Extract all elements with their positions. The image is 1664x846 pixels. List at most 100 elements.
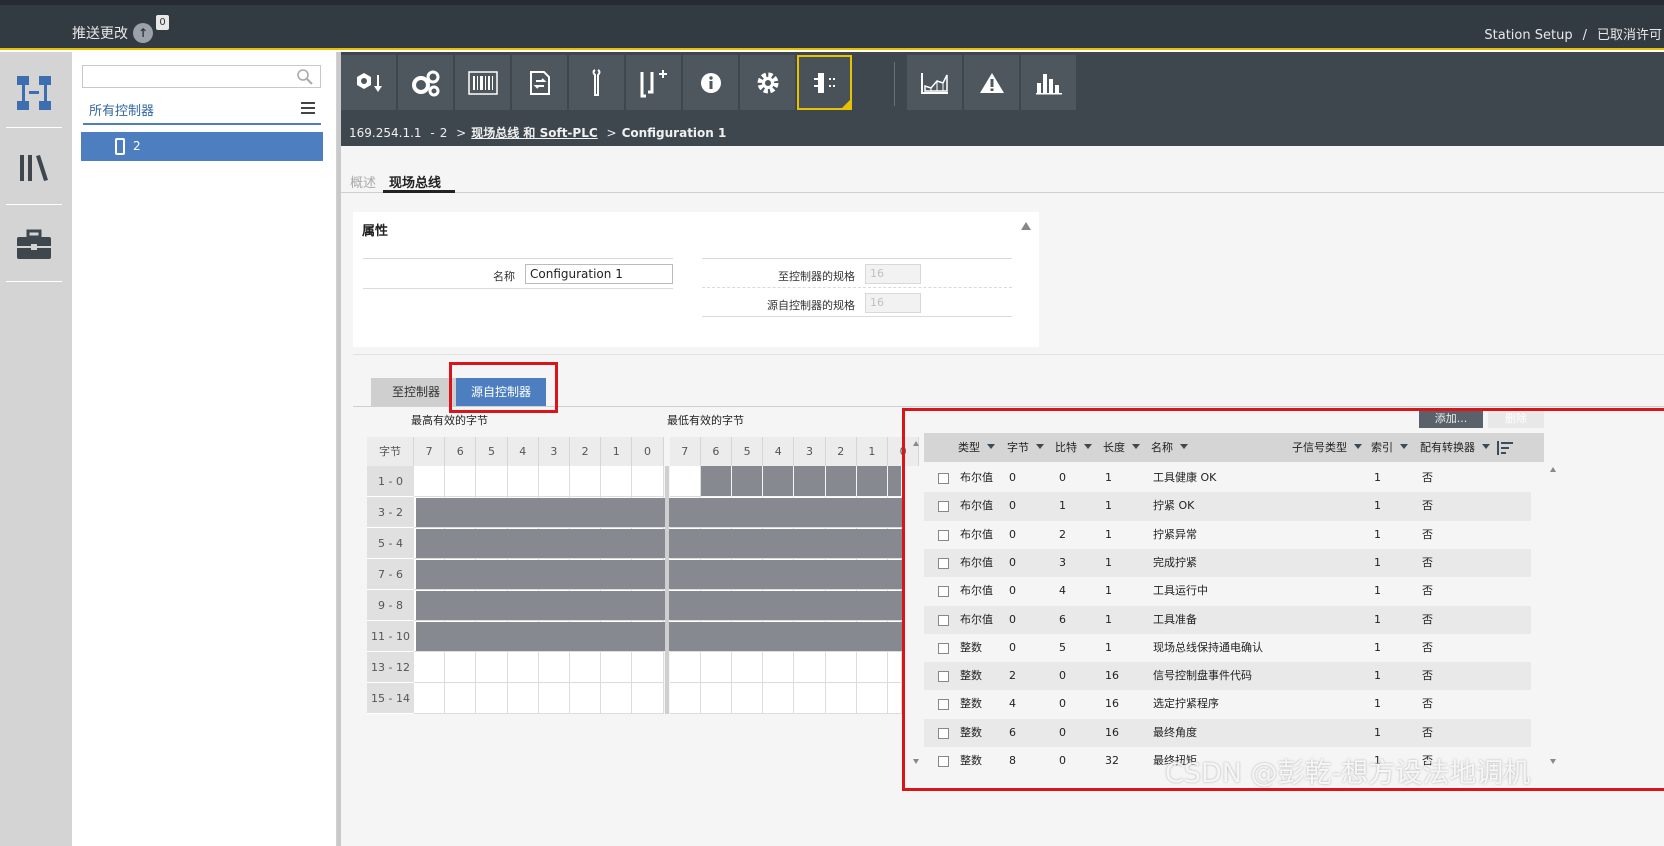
bit-cell[interactable] [476,652,508,683]
bit-cell[interactable] [888,652,902,683]
bit-cell[interactable] [414,683,446,714]
wrench-add-icon[interactable] [626,55,681,110]
signal-bar[interactable] [416,529,902,558]
bit-cell[interactable] [570,683,602,714]
bit-cell[interactable] [825,466,857,497]
area-chart-icon[interactable] [907,55,962,110]
bit-cell[interactable] [794,466,826,497]
bit-cell[interactable] [888,683,902,714]
bit-cell[interactable] [825,683,857,714]
all-controllers-heading[interactable]: 所有控制器 [89,100,154,119]
to-controller-size-input[interactable]: 16 [865,264,921,284]
wrench-icon[interactable] [569,55,624,110]
bit-cell[interactable] [507,466,539,497]
from-controller-size-label: 源自控制器的规格 [767,299,855,312]
upload-arrow-icon[interactable]: ↑ [133,23,153,43]
tree-node-label: 2 [133,139,141,153]
main-area: 169.254.1.1 -2 > 现场总线 和 Soft-PLC > Configu… [341,52,1664,846]
bit-cell[interactable] [538,683,570,714]
bit-cell[interactable] [888,466,902,497]
tab-to-controller[interactable]: 至控制器 [371,378,461,406]
nut-down-icon[interactable] [341,55,396,110]
from-controller-size-input[interactable]: 16 [865,293,921,313]
to-controller-size-label: 至控制器的规格 [778,270,855,283]
bit-cell[interactable] [570,652,602,683]
bit-cell[interactable] [669,683,701,714]
bit-cell[interactable] [601,466,633,497]
bit-cell[interactable] [414,466,446,497]
bit-header: 3 [538,437,570,466]
tab-fieldbus[interactable]: 现场总线 [389,172,441,191]
toolbox-icon[interactable] [6,204,62,286]
info-icon[interactable] [683,55,738,110]
byte-column-header: 字节 [367,437,414,466]
name-input[interactable]: Configuration 1 [525,264,673,284]
bit-cell[interactable] [632,466,664,497]
hamburger-menu-icon[interactable] [301,101,315,115]
bit-cell[interactable] [445,466,477,497]
bit-cell[interactable] [570,466,602,497]
highlight-box-table [902,408,1664,791]
bit-cell[interactable] [538,466,570,497]
tree-search-input[interactable] [82,65,321,88]
byte-row-label: 15 - 14 [367,683,414,714]
top-right-status: Station Setup / 已取消许可 [1484,24,1662,43]
bar-chart-icon[interactable] [1021,55,1076,110]
bit-cell[interactable] [601,652,633,683]
bit-cell[interactable] [763,466,795,497]
bit-cell[interactable] [763,652,795,683]
top-strip [0,0,1664,5]
tab-overview[interactable]: 概述 [350,172,376,191]
divider [363,258,673,259]
tree-node-controller[interactable]: 2 [81,132,323,161]
bit-cell[interactable] [601,683,633,714]
bit-cell[interactable] [476,466,508,497]
barcode-icon[interactable] [455,55,510,110]
signal-bar[interactable] [416,560,902,589]
bit-cell[interactable] [732,652,764,683]
bit-cell[interactable] [825,652,857,683]
bit-cell[interactable] [763,683,795,714]
bit-cell[interactable] [794,683,826,714]
bit-cell[interactable] [632,652,664,683]
bit-cell[interactable] [732,466,764,497]
controller-device-icon [115,138,125,155]
bit-cell[interactable] [445,683,477,714]
bit-cell[interactable] [794,652,826,683]
bit-cell[interactable] [669,466,701,497]
network-topology-icon[interactable] [6,52,62,134]
station-setup-link[interactable]: Station Setup [1484,28,1572,43]
bit-cell[interactable] [856,652,888,683]
bit-cell[interactable] [700,652,732,683]
license-status[interactable]: 已取消许可 [1597,28,1662,43]
bit-header: 2 [570,437,602,466]
bit-cell[interactable] [632,683,664,714]
fieldbus-icon[interactable] [797,55,852,110]
bit-cell[interactable] [538,652,570,683]
bit-cell[interactable] [856,466,888,497]
byte-row-label: 1 - 0 [367,466,414,497]
bit-cell[interactable] [445,652,477,683]
push-changes-label[interactable]: 推送更改 [72,23,128,43]
gears-icon[interactable] [398,55,453,110]
bit-cell[interactable] [507,652,539,683]
bit-cell[interactable] [669,652,701,683]
signal-bar[interactable] [416,498,902,527]
breadcrumb-fieldbus-link[interactable]: 现场总线 和 Soft-PLC [471,126,597,140]
bit-cell[interactable] [732,683,764,714]
bit-cell[interactable] [856,683,888,714]
bit-cell[interactable] [476,683,508,714]
bit-cell[interactable] [700,683,732,714]
library-icon[interactable] [6,127,62,209]
bit-cell[interactable] [507,683,539,714]
collapse-arrow-icon[interactable] [1021,222,1031,230]
bit-cell[interactable] [700,466,732,497]
bit-cell[interactable] [414,652,446,683]
signal-bar[interactable] [416,591,902,620]
search-icon[interactable] [296,68,314,86]
sim-card-icon[interactable] [512,55,567,110]
settings-gear-icon[interactable] [740,55,795,110]
warning-icon[interactable] [964,55,1019,110]
byte-row-label: 7 - 6 [367,559,414,590]
signal-bar[interactable] [416,622,902,651]
